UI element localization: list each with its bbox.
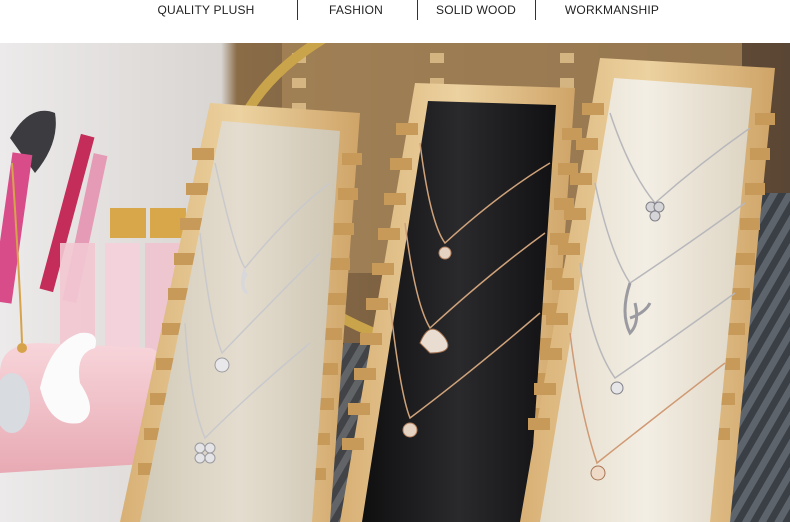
feature-label: WORKMANSHIP	[564, 3, 660, 17]
feature-divider	[535, 0, 536, 20]
product-photo	[0, 43, 790, 522]
feature-solid-wood: SOLID WOOD	[420, 0, 532, 20]
pendant-gold-crystal	[590, 465, 606, 481]
feature-fashion: FASHION	[300, 0, 412, 20]
feature-quality-plush: QUALITY PLUSH	[150, 0, 262, 20]
feature-workmanship: WORKMANSHIP	[548, 0, 676, 20]
pendant-stud	[610, 381, 624, 395]
feature-divider	[297, 0, 298, 20]
feature-label: QUALITY PLUSH	[157, 3, 255, 17]
pendant-round	[214, 357, 230, 373]
photo-illustration	[0, 43, 790, 522]
feature-divider	[417, 0, 418, 20]
feature-label: SOLID WOOD	[435, 3, 516, 17]
pendant-crystal	[402, 422, 418, 438]
pendant-drop	[438, 246, 452, 260]
feature-bar: QUALITY PLUSH FASHION SOLID WOOD WORKMAN…	[0, 0, 790, 43]
feature-label: FASHION	[328, 3, 384, 17]
